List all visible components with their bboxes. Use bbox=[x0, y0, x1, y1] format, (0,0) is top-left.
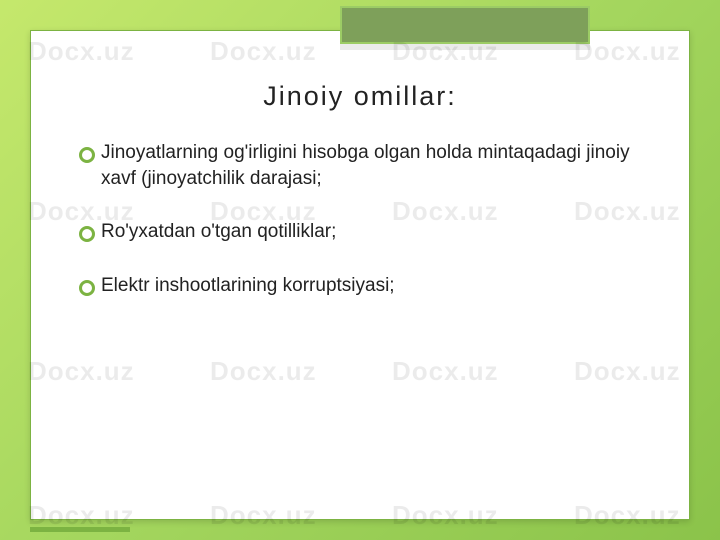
bullet-list: Jinoyatlarning og'irligini hisobga olgan… bbox=[79, 140, 641, 299]
accent-bar bbox=[30, 527, 130, 532]
list-item: Elektr inshootlarining korruptsiyasi; bbox=[79, 273, 641, 299]
slide-title: Jinoiy omillar: bbox=[79, 81, 641, 112]
list-item: Ro'yxatdan o'tgan qotilliklar; bbox=[79, 219, 641, 245]
decorative-top-tab bbox=[340, 6, 590, 44]
slide-card: Jinoiy omillar: Jinoyatlarning og'irligi… bbox=[30, 30, 690, 520]
list-item: Jinoyatlarning og'irligini hisobga olgan… bbox=[79, 140, 641, 191]
